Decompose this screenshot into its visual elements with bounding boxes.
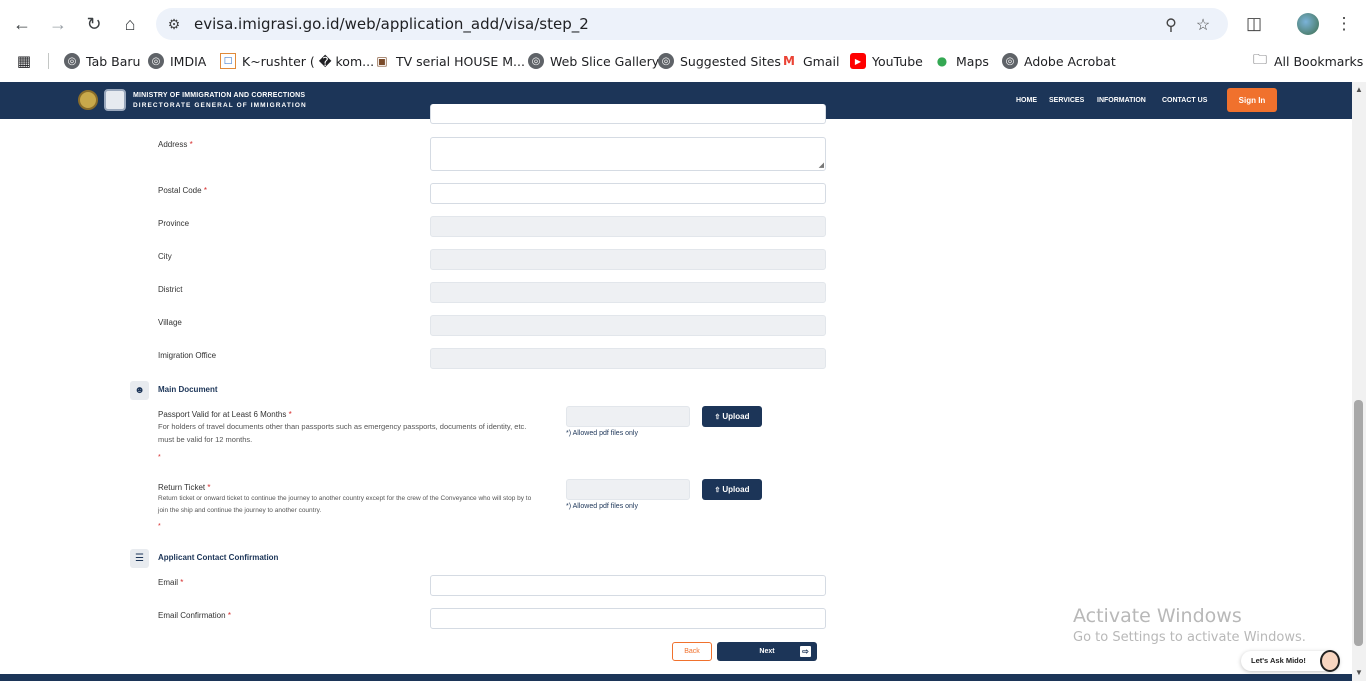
chat-widget-label: Let's Ask Mido!: [1251, 656, 1306, 665]
bookmarks-divider: [48, 53, 49, 69]
site-info-icon[interactable]: ⚙: [164, 14, 184, 34]
postal-code-input[interactable]: [430, 183, 826, 204]
passport-file-field: [566, 406, 690, 427]
postal-code-label: Postal Code *: [158, 186, 207, 195]
next-arrow-icon: ⇨: [800, 646, 811, 657]
village-field: [430, 315, 826, 336]
immigration-office-label: Imigration Office: [158, 351, 217, 360]
bookmark-web-slice[interactable]: ◎ Web Slice Gallery: [528, 51, 659, 71]
zoom-icon[interactable]: ⚲: [1160, 14, 1182, 36]
globe-icon: ◎: [148, 53, 164, 69]
globe-icon: ◎: [658, 53, 674, 69]
url-text[interactable]: evisa.imigrasi.go.id/web/application_add…: [194, 15, 589, 33]
district-field: [430, 282, 826, 303]
forward-arrow-icon[interactable]: →: [44, 10, 72, 38]
bookmark-star-icon[interactable]: ☆: [1192, 14, 1214, 36]
main-document-title: Main Document: [158, 385, 218, 394]
all-bookmarks[interactable]: 🗀 All Bookmarks: [1252, 51, 1363, 71]
nav-information[interactable]: INFORMATION: [1097, 97, 1146, 104]
city-field: [430, 249, 826, 270]
passport-required-mark: *: [158, 454, 161, 461]
return-ticket-title: Return Ticket *: [158, 483, 211, 492]
activate-windows-title: Activate Windows: [1073, 605, 1242, 627]
apps-grid-icon[interactable]: ▦: [16, 51, 38, 71]
tv-icon: ▣: [376, 54, 388, 68]
ticket-required-mark: *: [158, 523, 161, 530]
profile-avatar[interactable]: [1297, 13, 1319, 35]
folder-icon: 🗀: [1253, 52, 1267, 68]
scroll-thumb[interactable]: [1354, 400, 1363, 646]
village-label: Village: [158, 318, 182, 327]
browser-toolbar: ← → ↻ ⌂ ⚙ evisa.imigrasi.go.id/web/appli…: [0, 4, 1366, 44]
gmail-icon: M: [783, 54, 795, 68]
reload-icon[interactable]: ↻: [80, 10, 108, 38]
back-arrow-icon[interactable]: ←: [8, 10, 36, 38]
address-textarea[interactable]: ◢: [430, 137, 826, 171]
activate-windows-subtitle: Go to Settings to activate Windows.: [1073, 630, 1306, 645]
passport-allowed-note: *) Allowed pdf files only: [566, 430, 638, 437]
immigration-logo: [104, 89, 126, 111]
upload-cloud-icon: ⇧: [714, 486, 721, 494]
mido-avatar-icon[interactable]: [1320, 650, 1340, 672]
bookmark-adobe-acrobat[interactable]: ◎ Adobe Acrobat: [1002, 51, 1116, 71]
bookmark-suggested-sites[interactable]: ◎ Suggested Sites: [658, 51, 781, 71]
bookmark-tv-serial[interactable]: ▣ TV serial HOUSE M...: [374, 51, 525, 71]
address-label: Address *: [158, 140, 193, 149]
bookmark-maps[interactable]: ● Maps: [934, 51, 989, 71]
nav-home[interactable]: HOME: [1016, 97, 1037, 104]
province-field: [430, 216, 826, 237]
scroll-down-arrow-icon[interactable]: ▼: [1355, 668, 1363, 677]
contact-section-title: Applicant Contact Confirmation: [158, 553, 279, 562]
passport-description: For holders of travel documents other th…: [158, 422, 527, 444]
email-label: Email *: [158, 578, 184, 587]
org-name: MINISTRY OF IMMIGRATION AND CORRECTIONS: [133, 92, 306, 99]
globe-icon: ◎: [528, 53, 544, 69]
upload-cloud-icon: ⇧: [714, 413, 721, 421]
bookmark-imdia[interactable]: ◎ IMDIA: [148, 51, 206, 71]
email-confirmation-label: Email Confirmation *: [158, 611, 231, 620]
footer-bar: [0, 674, 1352, 681]
passport-title: Passport Valid for at Least 6 Months *: [158, 410, 292, 419]
bookmarks-bar: ▦ ◎ Tab Baru ◎ IMDIA □ K~rushter ( � kom...…: [0, 48, 1366, 74]
calendar-icon: □: [220, 53, 236, 69]
youtube-icon: ▶: [850, 53, 866, 69]
province-label: Province: [158, 219, 190, 228]
bookmark-youtube[interactable]: ▶ YouTube: [850, 51, 923, 71]
city-label: City: [158, 252, 172, 261]
address-bar[interactable]: ⚙ evisa.imigrasi.go.id/web/application_a…: [156, 8, 1228, 40]
browser-chrome: ← → ↻ ⌂ ⚙ evisa.imigrasi.go.id/web/appli…: [0, 0, 1366, 82]
ticket-upload-button[interactable]: ⇧ Upload: [702, 479, 762, 500]
passport-upload-button[interactable]: ⇧ Upload: [702, 406, 762, 427]
ticket-file-field: [566, 479, 690, 500]
sign-in-button[interactable]: Sign In: [1227, 88, 1277, 112]
bookmark-krushter[interactable]: □ K~rushter ( � kom...: [220, 51, 374, 71]
previous-field-input[interactable]: [430, 104, 826, 124]
nav-services[interactable]: SERVICES: [1049, 97, 1084, 104]
menu-kebab-icon[interactable]: ⋮: [1332, 12, 1356, 36]
immigration-office-field: [430, 348, 826, 369]
page-scrollbar[interactable]: ▲ ▼: [1352, 82, 1366, 681]
bookmark-gmail[interactable]: M Gmail: [781, 51, 839, 71]
return-ticket-description: Return ticket or onward ticket to contin…: [158, 495, 532, 514]
contact-list-icon: ☰: [130, 549, 149, 568]
back-button[interactable]: Back: [672, 642, 712, 661]
email-confirmation-input[interactable]: [430, 608, 826, 629]
document-user-icon: ☻: [130, 381, 149, 400]
extensions-icon[interactable]: ◫: [1242, 12, 1266, 36]
resize-handle-icon[interactable]: ◢: [819, 161, 824, 169]
nav-contact-us[interactable]: CONTACT US: [1162, 97, 1207, 104]
ministry-emblem-logo: [78, 90, 98, 110]
bookmark-tab-baru[interactable]: ◎ Tab Baru: [64, 51, 140, 71]
maps-pin-icon: ●: [936, 54, 948, 68]
email-input[interactable]: [430, 575, 826, 596]
next-button[interactable]: Next ⇨: [717, 642, 817, 661]
globe-icon: ◎: [64, 53, 80, 69]
org-subname: DIRECTORATE GENERAL OF IMMIGRATION: [133, 102, 307, 109]
scroll-up-arrow-icon[interactable]: ▲: [1355, 85, 1363, 94]
home-icon[interactable]: ⌂: [116, 10, 144, 38]
district-label: District: [158, 285, 183, 294]
ticket-allowed-note: *) Allowed pdf files only: [566, 503, 638, 510]
globe-icon: ◎: [1002, 53, 1018, 69]
